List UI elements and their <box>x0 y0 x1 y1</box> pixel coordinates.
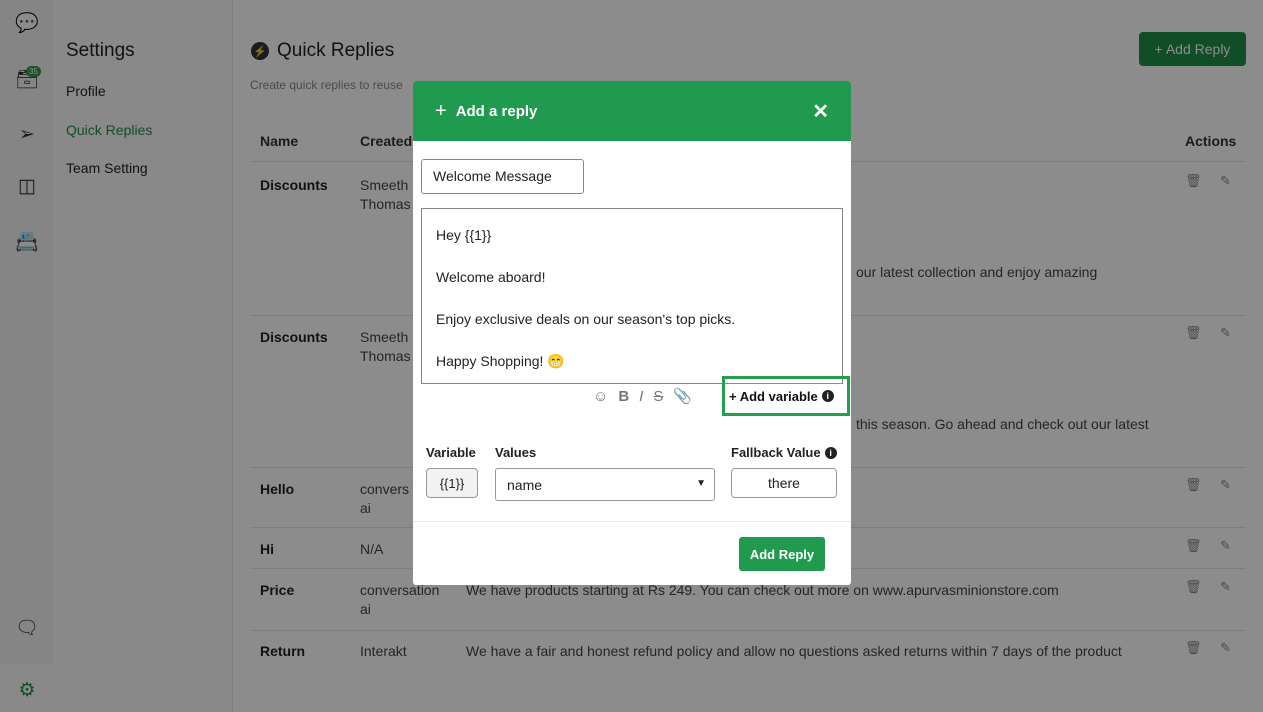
strikethrough-icon[interactable]: S <box>653 388 663 405</box>
variable-chip: {{1}} <box>426 468 478 498</box>
fallback-input[interactable]: there <box>731 468 837 498</box>
add-variable-label: + Add variable <box>729 388 818 404</box>
values-selected: name <box>507 477 543 493</box>
variable-label: Variable <box>426 445 476 460</box>
modal-header: + Add a reply ✕ <box>413 81 851 141</box>
attachment-icon[interactable]: 📎 <box>673 387 692 405</box>
bold-icon[interactable]: B <box>618 388 629 405</box>
plus-icon: + <box>435 99 447 122</box>
body-line: Enjoy exclusive deals on our season's to… <box>436 311 736 327</box>
italic-icon[interactable]: I <box>639 388 643 405</box>
add-reply-modal: + Add a reply ✕ Welcome Message Hey {{1}… <box>413 81 851 585</box>
reply-body-textarea[interactable]: Hey {{1}} Welcome aboard! Enjoy exclusiv… <box>421 208 843 384</box>
fallback-label: Fallback Value i <box>731 445 837 460</box>
caret-down-icon: ▼ <box>696 478 706 489</box>
body-line: Hey {{1}} <box>436 227 492 243</box>
info-icon[interactable]: i <box>824 446 837 459</box>
info-icon[interactable]: i <box>821 390 834 402</box>
fallback-label-text: Fallback Value <box>731 445 821 460</box>
divider <box>413 521 851 522</box>
reply-name-input[interactable]: Welcome Message <box>421 159 584 194</box>
values-select[interactable]: name ▼ <box>495 468 715 501</box>
body-line: Welcome aboard! <box>436 269 546 285</box>
modal-title: Add a reply <box>455 102 538 120</box>
body-line: Happy Shopping! 😁 <box>436 353 565 369</box>
add-variable-button[interactable]: + Add variable i <box>722 376 850 416</box>
close-icon[interactable]: ✕ <box>812 99 829 124</box>
emoji-icon[interactable]: ☺ <box>593 388 608 405</box>
values-label: Values <box>495 445 537 460</box>
format-toolbar: ☺ B I S 📎 <box>593 387 692 406</box>
submit-add-reply-button[interactable]: Add Reply <box>739 537 825 571</box>
